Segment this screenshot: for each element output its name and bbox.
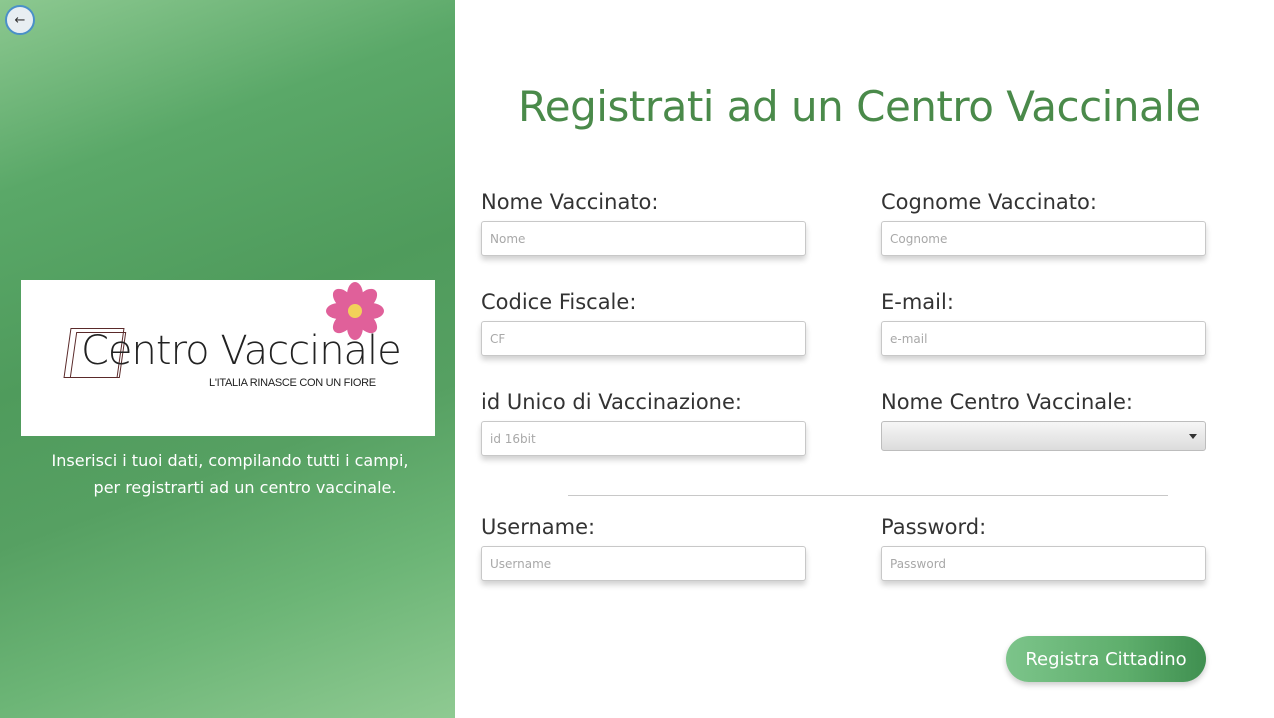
- password-label: Password:: [881, 515, 987, 539]
- sidebar-instructions: Inserisci i tuoi dati, compilando tutti …: [0, 447, 460, 501]
- email-input[interactable]: [881, 321, 1206, 356]
- id-unico-input[interactable]: [481, 421, 806, 456]
- page-title: Registrati ad un Centro Vaccinale: [518, 82, 1201, 131]
- arrow-left-icon: ←: [14, 12, 26, 28]
- sidebar-instructions-line2: per registrarti ad un centro vaccinale.: [93, 478, 397, 497]
- logo: Centro Vaccinale L'ITALIA RINASCE CON UN…: [21, 280, 435, 436]
- cognome-input[interactable]: [881, 221, 1206, 256]
- back-button[interactable]: ←: [5, 5, 35, 35]
- divider: [568, 495, 1168, 496]
- nome-label: Nome Vaccinato:: [481, 190, 659, 214]
- registra-cittadino-button[interactable]: Registra Cittadino: [1006, 636, 1206, 682]
- centro-vaccinale-select[interactable]: [881, 421, 1206, 451]
- nome-input[interactable]: [481, 221, 806, 256]
- id-unico-label: id Unico di Vaccinazione:: [481, 390, 742, 414]
- username-input[interactable]: [481, 546, 806, 581]
- chevron-down-icon: [1189, 434, 1197, 439]
- logo-tagline: L'ITALIA RINASCE CON UN FIORE: [209, 377, 376, 389]
- username-label: Username:: [481, 515, 596, 539]
- codice-fiscale-label: Codice Fiscale:: [481, 290, 637, 314]
- password-input[interactable]: [881, 546, 1206, 581]
- codice-fiscale-input[interactable]: [481, 321, 806, 356]
- cognome-label: Cognome Vaccinato:: [881, 190, 1097, 214]
- flower-icon: [326, 282, 384, 340]
- centro-vaccinale-label: Nome Centro Vaccinale:: [881, 390, 1133, 414]
- sidebar-instructions-line1: Inserisci i tuoi dati, compilando tutti …: [51, 451, 409, 470]
- sidebar: ← Centro Vaccinale L'ITALIA RINASCE CON …: [0, 0, 455, 718]
- email-label: E-mail:: [881, 290, 954, 314]
